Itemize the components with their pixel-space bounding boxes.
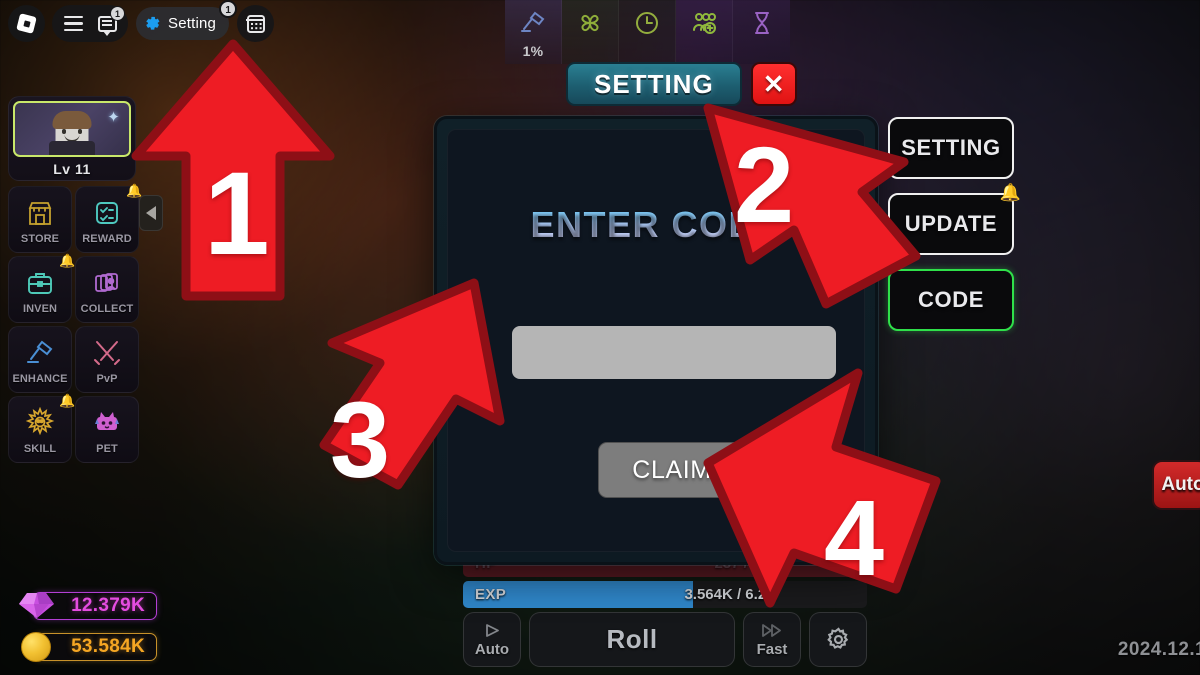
auto-label: Auto xyxy=(474,640,510,658)
annotation-number-4: 4 xyxy=(824,477,885,598)
setting-topbar-label: Setting xyxy=(168,15,217,32)
sidebar-item-label: PET xyxy=(96,443,118,455)
coin-icon xyxy=(21,632,51,662)
sidebar-item-label: COLLECT xyxy=(80,303,134,315)
avatar-card[interactable]: ✦ Lv 11 xyxy=(8,96,136,181)
sidebar-item-store[interactable]: STORE xyxy=(8,186,72,253)
hammer-icon xyxy=(25,334,55,372)
currency-gem[interactable]: 12.379K xyxy=(12,589,157,622)
auto-side-button[interactable]: Auto xyxy=(1152,460,1200,510)
settings-button[interactable] xyxy=(809,612,867,667)
exp-label: EXP xyxy=(475,586,507,603)
sidebar-item-inven[interactable]: 🔔 INVEN xyxy=(8,253,76,323)
sidebar-item-label: PvP xyxy=(96,373,118,385)
annotation-arrow-1: 1 xyxy=(128,38,338,308)
sparkle-icon: ✦ xyxy=(107,109,120,126)
roblox-logo-icon[interactable] xyxy=(8,5,45,42)
buff-item-group[interactable] xyxy=(676,0,733,64)
annotation-number-3: 3 xyxy=(330,379,391,500)
currency-coin-bar: 53.584K xyxy=(33,632,157,661)
currency-coin[interactable]: 53.584K xyxy=(12,630,157,663)
sidebar-item-label: ENHANCE xyxy=(12,373,68,385)
roll-button[interactable]: Roll xyxy=(529,612,735,667)
currency-panel: 12.379K 53.584K xyxy=(12,589,157,663)
close-label: ✕ xyxy=(762,69,785,99)
fast-button[interactable]: Fast xyxy=(743,612,801,667)
roblox-topbar: 1 Setting 1 xyxy=(8,0,275,42)
sidebar-item-label: REWARD xyxy=(82,233,132,245)
chat-badge: 1 xyxy=(110,5,125,21)
avatar: ✦ xyxy=(13,101,131,157)
sidebar-item-label: SKILL xyxy=(23,443,57,455)
annotation-arrow-3: 3 xyxy=(278,275,506,500)
skull-sun-icon xyxy=(24,404,56,442)
currency-coin-value: 53.584K xyxy=(71,635,145,657)
timestamp: 2024.12.1 xyxy=(1117,639,1200,660)
buff-bar: 1% xyxy=(505,0,790,64)
clock-icon xyxy=(632,6,662,40)
fast-label: Fast xyxy=(756,640,788,658)
calendar-icon[interactable] xyxy=(237,5,275,42)
annotation-arrow-2: 2 xyxy=(686,100,926,312)
fast-forward-icon xyxy=(761,622,784,640)
topbar-menu-group: 1 xyxy=(52,5,128,42)
annotation-number-2: 2 xyxy=(734,124,795,245)
avatar-level-label: Lv 11 xyxy=(53,161,91,177)
currency-gem-value: 12.379K xyxy=(71,594,145,616)
setting-badge: 1 xyxy=(219,0,238,18)
sidebar-item-pet[interactable]: PET xyxy=(75,396,139,463)
sidebar-item-skill[interactable]: 🔔 SKILL xyxy=(8,393,76,463)
hamburger-menu-icon[interactable] xyxy=(56,7,90,41)
sidebar-item-pvp[interactable]: PvP xyxy=(75,326,139,393)
code-menu-label: CODE xyxy=(918,287,984,312)
group-add-icon xyxy=(689,6,719,40)
auto-button[interactable]: Auto xyxy=(463,612,521,667)
clover-icon xyxy=(575,6,605,40)
buff-value: 1% xyxy=(522,43,544,59)
action-bar: Auto Roll Fast xyxy=(463,612,867,667)
sidebar-item-enhance[interactable]: ENHANCE xyxy=(8,326,72,393)
cards-icon xyxy=(92,264,122,302)
annotation-number-1: 1 xyxy=(204,148,270,280)
checklist-icon xyxy=(92,194,122,232)
buff-item-hourglass[interactable] xyxy=(733,0,790,64)
notification-bell-icon: 🔔 xyxy=(59,253,76,268)
sidebar-item-label: INVEN xyxy=(22,303,58,315)
sidebar-item-label: STORE xyxy=(20,233,60,245)
chat-icon[interactable]: 1 xyxy=(90,5,125,41)
left-sidebar: ✦ Lv 11 STORE 🔔 REWARD 🔔 INVEN COLLECT E… xyxy=(8,96,142,463)
buff-item-hammer[interactable]: 1% xyxy=(505,0,562,64)
buff-item-clover[interactable] xyxy=(562,0,619,64)
sidebar-menu-grid: STORE 🔔 REWARD 🔔 INVEN COLLECT ENHANCE P… xyxy=(8,183,142,463)
modal-title-label: SETTING xyxy=(594,68,714,99)
gear-icon xyxy=(825,626,852,654)
roll-label: Roll xyxy=(606,624,658,654)
gear-icon xyxy=(143,14,162,33)
setting-topbar-button[interactable]: Setting 1 xyxy=(136,0,238,40)
hammer-icon xyxy=(518,6,548,40)
notification-bell-icon: 🔔 xyxy=(59,393,76,408)
auto-side-label: Auto xyxy=(1161,474,1200,495)
play-outline-icon xyxy=(483,622,502,640)
notification-bell-icon: 🔔 xyxy=(999,183,1021,202)
gem-icon xyxy=(18,591,55,620)
hourglass-icon xyxy=(747,6,777,40)
buff-item-clock[interactable] xyxy=(619,0,676,64)
store-icon xyxy=(25,194,55,232)
annotation-arrow-4: 4 xyxy=(698,365,942,613)
pet-icon xyxy=(91,404,123,442)
swords-icon xyxy=(92,334,122,372)
briefcase-icon xyxy=(25,264,55,302)
